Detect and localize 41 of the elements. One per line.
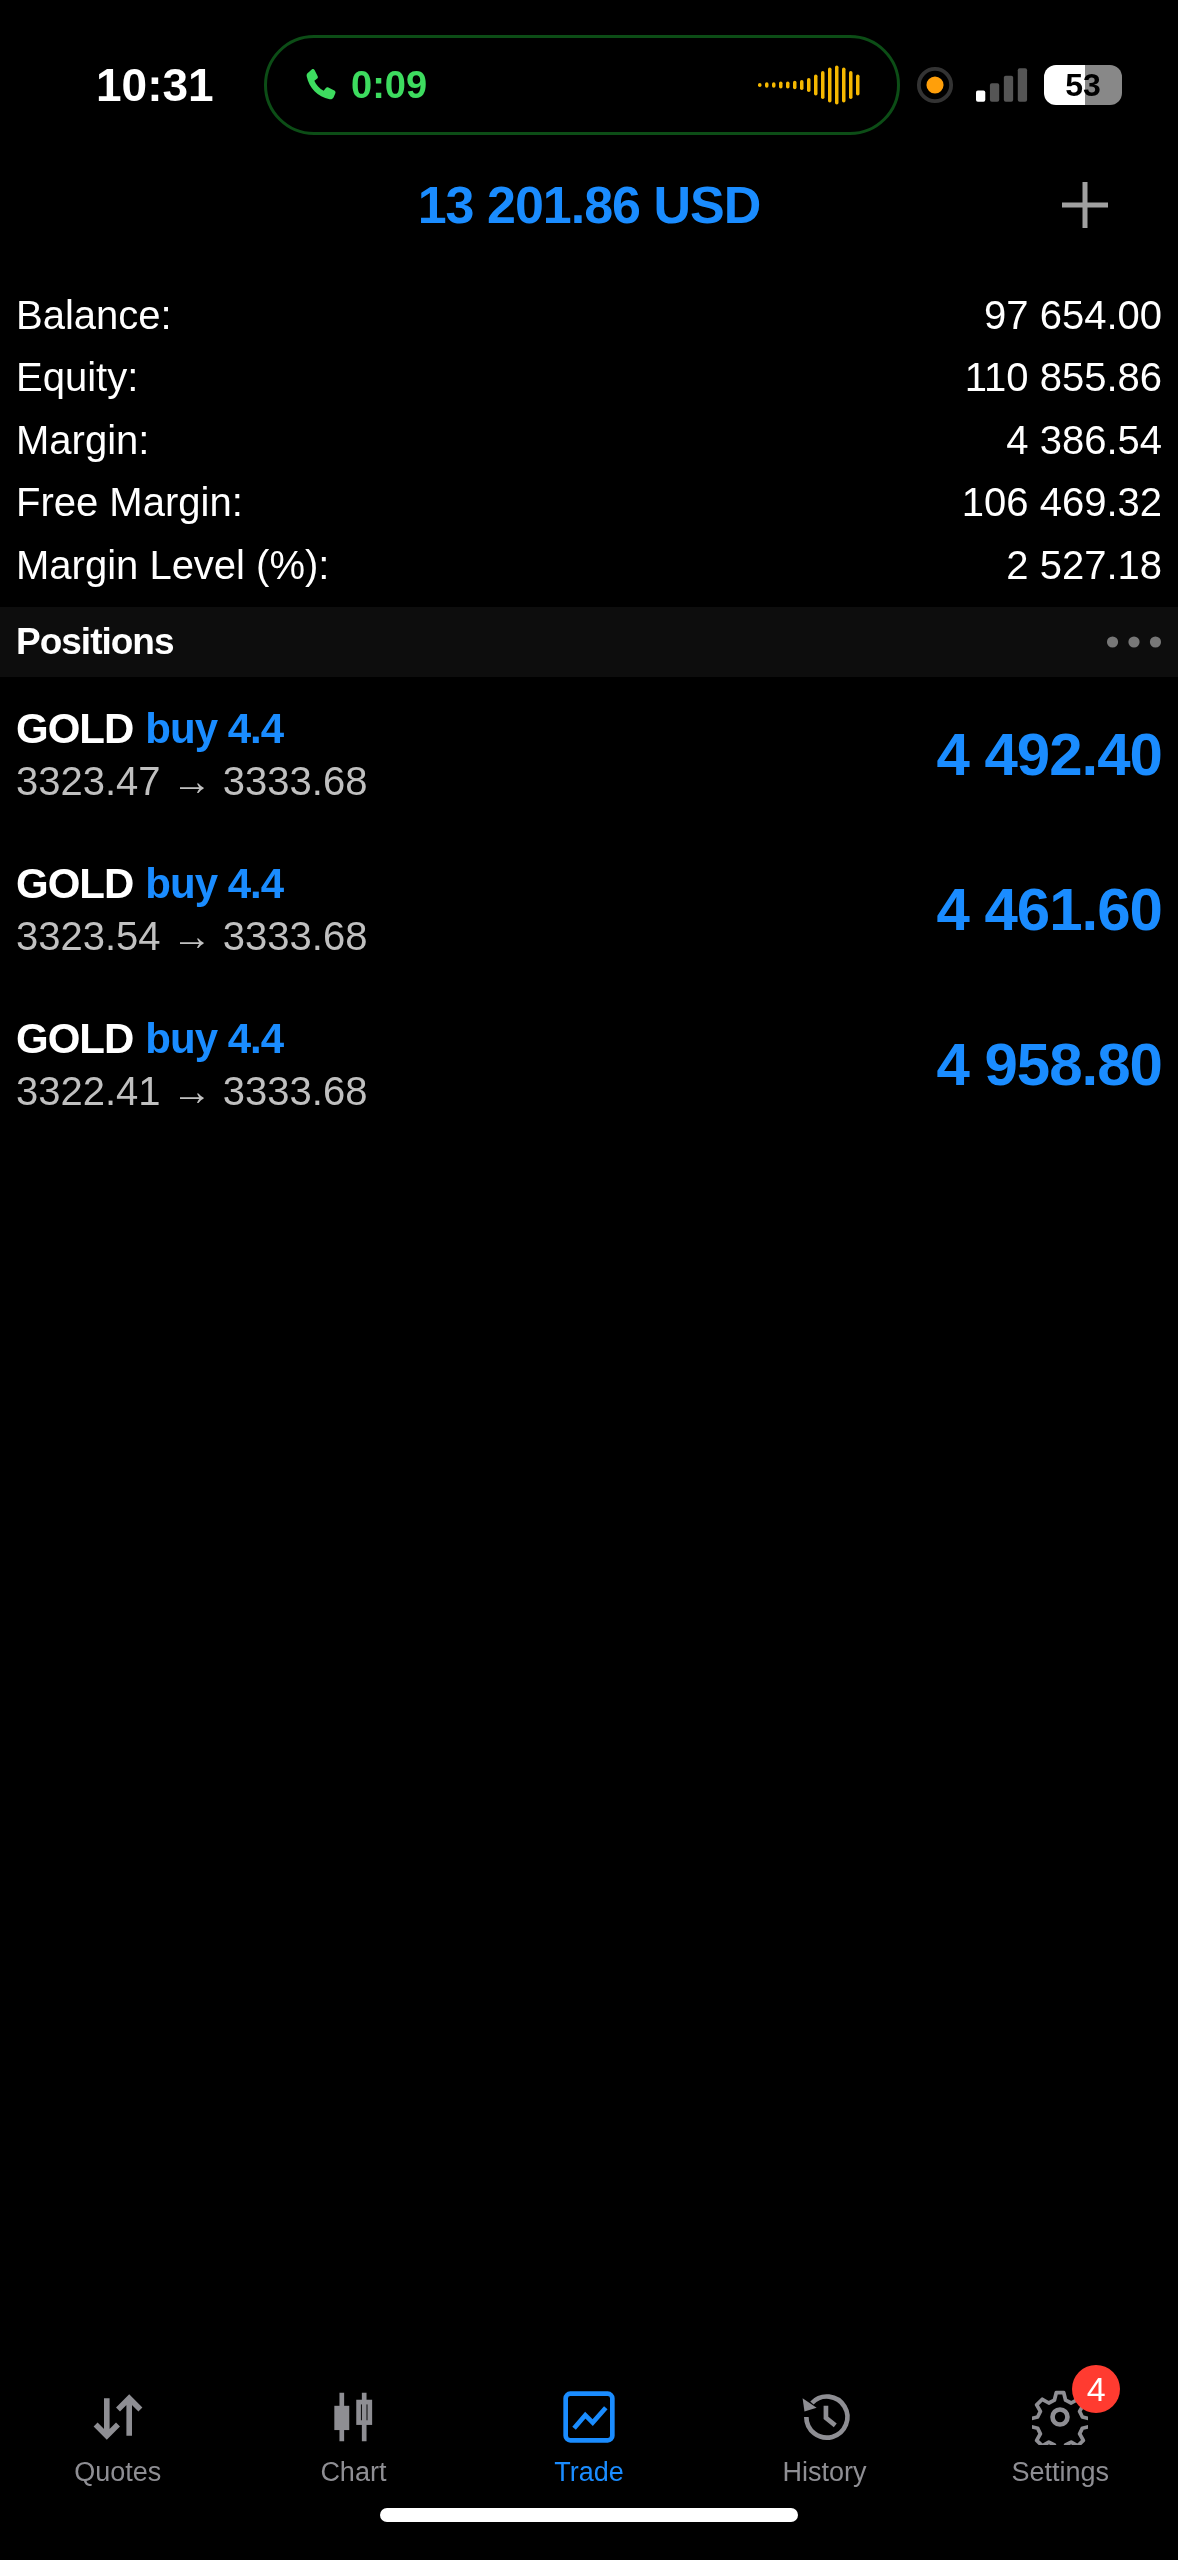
tab[interactable]: 4 Settings: [960, 2359, 1161, 2488]
position-profit: 4 461.60: [936, 874, 1162, 944]
position-side: buy 4.4: [145, 704, 284, 753]
summary-label: Balance:: [16, 292, 172, 338]
summary-value: 110 855.86: [964, 355, 1162, 401]
summary-label: Equity:: [16, 355, 139, 401]
summary-label: Margin Level (%):: [16, 542, 330, 588]
position-side: buy 4.4: [145, 1014, 284, 1063]
tab[interactable]: Chart: [253, 2359, 454, 2488]
summary-value: 4 386.54: [1006, 417, 1162, 463]
position-symbol: GOLD: [16, 859, 134, 908]
tab[interactable]: Trade: [489, 2359, 689, 2488]
battery-level: 53: [1065, 66, 1101, 104]
summary-value: 97 654.00: [984, 292, 1162, 338]
equity-title: 13 201.86 USD: [417, 175, 761, 235]
position-symbol: GOLD: [16, 1014, 134, 1063]
call-pill[interactable]: 0:09: [264, 35, 900, 135]
settings-icon: [1032, 2389, 1089, 2445]
status-time: 10:31: [96, 58, 215, 112]
recording-icon: [916, 66, 954, 104]
more-icon[interactable]: [1106, 634, 1162, 649]
position-profit: 4 492.40: [936, 719, 1162, 789]
signal-icon: [976, 68, 1028, 102]
summary-value: 2 527.18: [1006, 542, 1162, 588]
position-profit: 4 958.80: [936, 1029, 1162, 1099]
summary-label: Margin:: [16, 417, 150, 463]
positions-title: Positions: [16, 620, 174, 663]
position-prices: 3323.54 → 3333.68: [16, 913, 368, 959]
call-timer: 0:09: [351, 63, 428, 107]
tab[interactable]: History: [724, 2359, 925, 2488]
position-symbol: GOLD: [16, 704, 134, 753]
position-prices: 3323.47 → 3333.68: [16, 758, 368, 804]
add-icon[interactable]: [1060, 180, 1110, 230]
waveform-icon: [758, 63, 863, 107]
summary-label: Free Margin:: [16, 480, 243, 526]
position-side: buy 4.4: [145, 859, 284, 908]
position-prices: 3322.41 → 3333.68: [16, 1068, 368, 1114]
tab[interactable]: Quotes: [17, 2359, 218, 2488]
line-chart-icon: [561, 2389, 617, 2445]
notification-badge: 4: [1072, 2365, 1121, 2413]
summary-value: 106 469.32: [961, 480, 1162, 526]
